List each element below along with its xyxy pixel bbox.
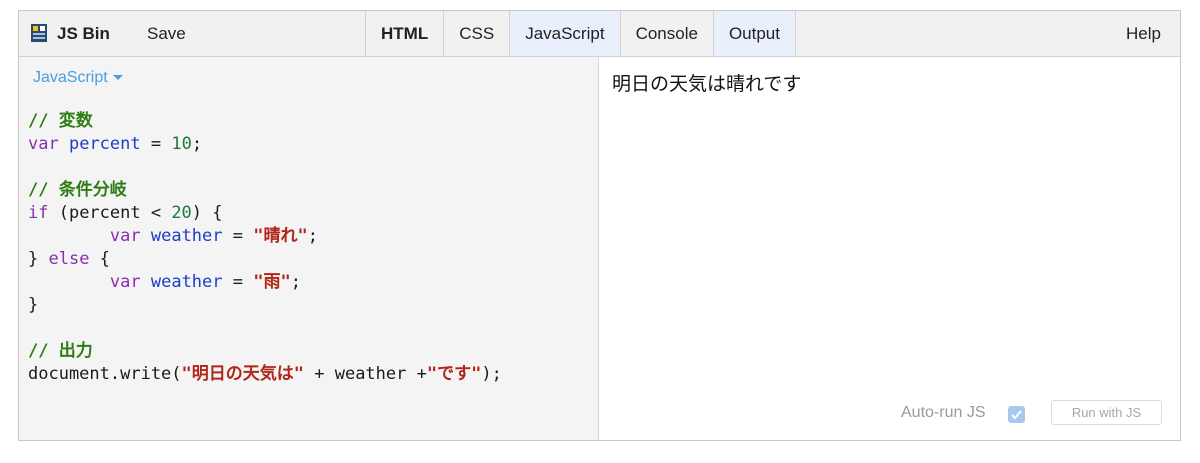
code-token: var [109,272,141,292]
app-name[interactable]: JS Bin [57,11,110,56]
tab-javascript[interactable]: JavaScript [509,11,620,56]
code-token: + weather + [304,364,427,384]
code-token: } [28,249,49,269]
code-token: ) { [191,203,223,223]
code-editor[interactable]: // 変数 var percent = 10;// 条件分岐 if (percent… [28,110,502,386]
code-token: // 変数 [28,111,93,131]
code-line: // 条件分岐 [28,179,502,202]
code-token: } [28,295,39,315]
code-token: var [109,226,141,246]
code-line: document.write("明日の天気は" + weather +"です")… [28,363,502,386]
chevron-down-icon [112,75,123,81]
code-token: "晴れ" [253,226,308,246]
save-button[interactable]: Save [147,11,186,56]
code-line: var percent = 10; [28,133,502,156]
code-token: ; [290,272,301,292]
code-token: document.write( [28,364,182,384]
code-token: "雨" [253,272,291,292]
tab-css[interactable]: CSS [443,11,509,56]
code-line: } else { [28,248,502,271]
code-token: ); [481,364,502,384]
code-token: "明日の天気は" [181,364,305,384]
help-button[interactable]: Help [1126,11,1161,56]
jsbin-window: JS Bin Save HTML CSS JavaScript Console … [18,10,1181,441]
panel-tabs: HTML CSS JavaScript Console Output [365,11,796,56]
code-token: ; [191,134,203,154]
language-selector[interactable]: JavaScript [33,69,123,87]
code-token: (percent < [48,203,172,223]
code-token: = [140,134,172,154]
checkmark-icon [1011,410,1022,420]
code-token: weather [150,272,223,292]
code-token: // 条件分岐 [28,180,127,200]
code-line: if (percent < 20) { [28,202,502,225]
code-line: var weather = "雨"; [28,271,502,294]
code-token: = [222,272,254,292]
output-panel: 明日の天気は晴れです Auto-run JS Run with JS [599,57,1180,440]
tab-html[interactable]: HTML [365,11,443,56]
code-token: 20 [171,203,192,223]
javascript-editor-panel: JavaScript // 変数 var percent = 10;// 条件分岐… [19,57,599,440]
toolbar: JS Bin Save HTML CSS JavaScript Console … [19,11,1180,57]
code-token: var [28,134,59,154]
jsbin-logo-icon[interactable] [31,24,47,42]
code-token: { [89,249,110,269]
code-line: var weather = "晴れ"; [28,225,502,248]
code-token: "です" [426,364,482,384]
code-line: } [28,294,502,317]
language-label: JavaScript [33,69,108,86]
code-token: if [28,203,49,223]
code-token: ; [307,226,318,246]
code-token: = [222,226,254,246]
code-line: // 出力 [28,340,502,363]
tab-console[interactable]: Console [619,11,713,56]
output-text: 明日の天気は晴れです [612,74,802,95]
autorun-label: Auto-run JS [901,404,986,421]
code-token: // 出力 [28,341,93,361]
code-token: percent [68,134,141,154]
tab-output[interactable]: Output [712,11,796,56]
autorun-checkbox[interactable] [1008,406,1025,423]
code-token: else [48,249,90,269]
code-line: // 変数 [28,110,502,133]
run-with-js-button[interactable]: Run with JS [1051,400,1162,425]
code-token: weather [150,226,223,246]
code-token: 10 [171,134,192,154]
